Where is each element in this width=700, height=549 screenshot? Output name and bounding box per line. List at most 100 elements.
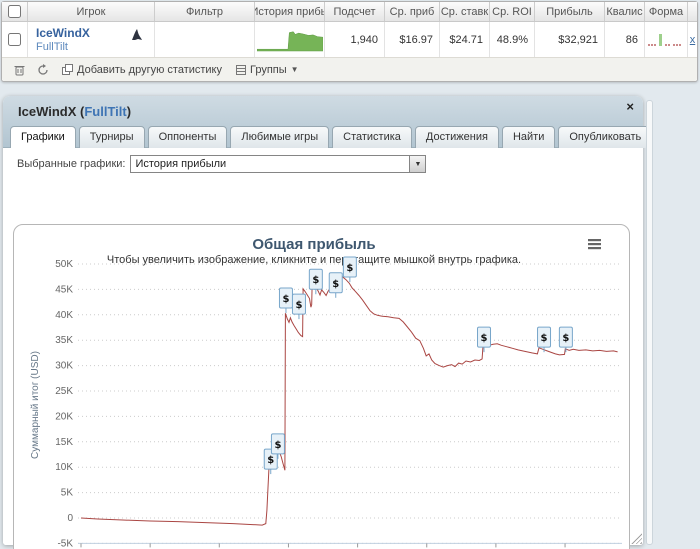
form-bar — [665, 43, 667, 46]
selected-charts-label: Выбранные графики: — [17, 158, 126, 170]
stats-header-row: Игрок Фильтр История прибы Подсчет Ср. п… — [2, 2, 697, 22]
col-filter[interactable]: Фильтр — [155, 2, 255, 21]
chart-type-select-value: История прибыли — [135, 158, 227, 170]
row-checkbox[interactable] — [8, 33, 21, 46]
y-tick-label: 0 — [67, 513, 73, 524]
tab-favorite-games[interactable]: Любимые игры — [230, 126, 330, 148]
significant-win-flag[interactable]: $ — [342, 256, 357, 283]
trash-icon[interactable] — [10, 61, 28, 79]
col-form[interactable]: Форма — [645, 2, 688, 21]
significant-win-flag[interactable]: $ — [558, 326, 573, 353]
flag-label: $ — [562, 333, 569, 344]
close-icon[interactable]: × — [626, 99, 634, 114]
groups-label: Группы — [250, 63, 287, 76]
profit-history-sparkline — [256, 30, 323, 51]
flag-label: $ — [274, 440, 281, 451]
flag-label: $ — [481, 333, 488, 344]
profit-cell: $32,921 — [535, 22, 605, 57]
form-sparkline — [648, 33, 681, 46]
avg-profit-cell: $16.97 — [385, 22, 440, 57]
menu-bar — [588, 239, 601, 242]
significant-win-flag[interactable]: $ — [477, 326, 492, 353]
col-player[interactable]: Игрок — [28, 2, 155, 21]
significant-win-flag[interactable]: $ — [328, 272, 343, 298]
menu-bar — [588, 247, 601, 250]
flag-label: $ — [332, 279, 339, 290]
flag-label: $ — [312, 275, 319, 286]
avg-roi-cell: 48.9% — [490, 22, 535, 57]
y-tick-label: 30K — [55, 361, 73, 372]
significant-win-flag[interactable]: $ — [308, 268, 323, 295]
y-tick-label: 20K — [55, 411, 73, 422]
col-qualif[interactable]: Квалис — [605, 2, 645, 21]
actions-cell: x — [688, 22, 697, 57]
player-site[interactable]: FullTilt — [36, 41, 68, 53]
col-count[interactable]: Подсчет — [325, 2, 385, 21]
groups-icon — [236, 64, 246, 75]
tab-find[interactable]: Найти — [501, 126, 556, 148]
y-tick-label: 50K — [55, 259, 73, 270]
player-dialog: IceWindX (FullTilt) × Графики Турниры Оп… — [3, 96, 653, 549]
scrollbar[interactable] — [646, 100, 653, 545]
profit-chart[interactable]: 50K45K40K35K30K25K20K15K10K5K0-5K0250500… — [14, 225, 629, 549]
history-spark-shape — [256, 30, 323, 51]
refresh-icon[interactable] — [34, 61, 52, 79]
tab-tournaments[interactable]: Турниры — [78, 126, 145, 148]
add-statistic-button[interactable]: Добавить другую статистику — [58, 62, 226, 78]
dialog-content: Выбранные графики: История прибыли ▼ 50K… — [3, 148, 643, 549]
filter-cell[interactable] — [155, 22, 255, 57]
chart-menu-icon[interactable] — [588, 239, 601, 250]
avg-stake-cell: $24.71 — [440, 22, 490, 57]
player-cell[interactable]: IceWindX FullTilt — [28, 22, 155, 57]
chart-title: Общая прибыль — [252, 236, 375, 253]
col-actions — [688, 2, 697, 21]
shark-fin-icon — [132, 29, 142, 40]
y-tick-label: 15K — [55, 437, 73, 448]
tab-statistics[interactable]: Статистика — [332, 126, 412, 148]
flag-label: $ — [282, 294, 289, 305]
count-cell: 1,940 — [325, 22, 385, 57]
resize-handle[interactable] — [631, 533, 642, 544]
form-sparkline-cell — [645, 22, 688, 57]
flag-label: $ — [267, 455, 274, 466]
form-bar — [673, 43, 675, 46]
form-bar — [679, 43, 681, 46]
significant-win-flag[interactable]: $ — [278, 287, 293, 314]
select-all-checkbox[interactable] — [8, 5, 21, 18]
col-avg-stake[interactable]: Ср. ставк — [440, 2, 490, 21]
header-checkbox-cell — [2, 2, 28, 21]
chart-type-select[interactable]: История прибыли ▼ — [130, 155, 427, 173]
y-tick-label: 45K — [55, 284, 73, 295]
profit-chart-container[interactable]: 50K45K40K35K30K25K20K15K10K5K0-5K0250500… — [13, 224, 630, 549]
col-profit[interactable]: Прибыль — [535, 2, 605, 21]
y-tick-label: -5K — [57, 538, 73, 549]
tab-opponents[interactable]: Оппоненты — [147, 126, 228, 148]
chevron-down-icon: ▼ — [290, 65, 299, 74]
significant-win-flag[interactable]: $ — [291, 293, 306, 320]
profit-history-sparkline-cell[interactable] — [255, 22, 325, 57]
col-profit-history[interactable]: История прибы — [255, 2, 325, 21]
menu-bar — [588, 243, 601, 246]
dialog-title-site: FullTilt — [84, 104, 127, 119]
select-dropdown-button[interactable]: ▼ — [409, 156, 426, 172]
y-axis-title: Суммарный итог (USD) — [30, 351, 41, 459]
form-bar — [654, 43, 656, 46]
y-tick-label: 35K — [55, 335, 73, 346]
add-statistic-label: Добавить другую статистику — [77, 63, 222, 76]
flag-label: $ — [346, 263, 353, 274]
flag-label: $ — [541, 333, 548, 344]
tab-achievements[interactable]: Достижения — [414, 126, 499, 148]
form-bar — [648, 43, 650, 46]
player-name[interactable]: IceWindX — [36, 26, 90, 40]
form-win-bar — [659, 33, 662, 46]
form-bar — [668, 43, 670, 46]
tab-publish[interactable]: Опубликовать — [558, 126, 653, 148]
col-avg-roi[interactable]: Ср. ROI — [490, 2, 535, 21]
tab-charts[interactable]: Графики — [10, 126, 76, 148]
dialog-header[interactable]: IceWindX (FullTilt) × Графики Турниры Оп… — [3, 96, 653, 148]
row-checkbox-cell — [2, 22, 28, 57]
remove-row-link[interactable]: x — [690, 34, 696, 46]
y-tick-label: 10K — [55, 462, 73, 473]
groups-button[interactable]: Группы ▼ — [232, 62, 303, 78]
col-avg-profit[interactable]: Ср. приб — [385, 2, 440, 21]
